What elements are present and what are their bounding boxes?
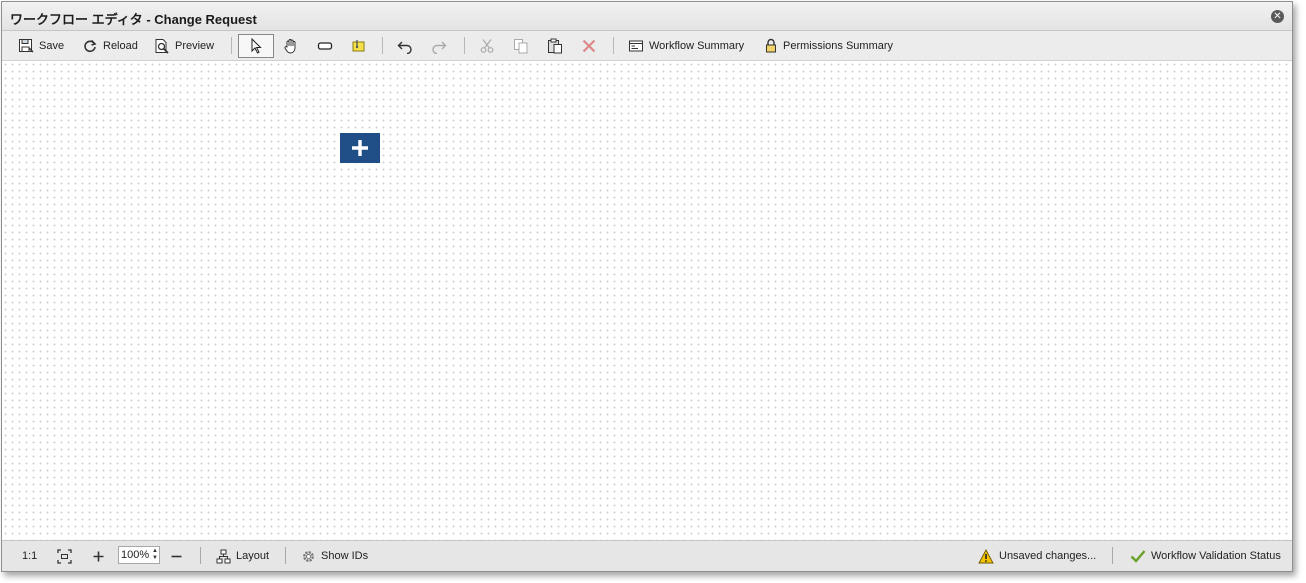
delete-button[interactable] [581,35,597,57]
pan-tool-button[interactable] [283,35,299,57]
permissions-summary-label: Permissions Summary [783,40,894,52]
reload-icon [84,39,97,53]
note-tool-button[interactable] [351,35,367,57]
plus-icon [352,140,368,156]
zoom-in-icon [93,551,104,561]
fit-screen-icon [57,548,72,564]
paste-button[interactable] [547,35,563,57]
copy-icon [514,39,528,54]
zoom-out-icon [171,555,182,557]
checkmark-icon [1130,550,1146,563]
layout-icon [216,549,231,563]
add-step-button[interactable] [340,133,380,163]
cut-icon [480,39,494,53]
actual-size-button[interactable]: 1:1 [22,547,37,565]
save-button[interactable]: Save [18,35,64,57]
cut-button[interactable] [479,35,495,57]
window-title: ワークフロー エディタ - Change Request [10,12,257,27]
redo-button[interactable] [431,35,447,57]
zoom-spinner[interactable]: ▲ ▼ [151,548,159,562]
preview-button[interactable]: Preview [154,35,214,57]
undo-button[interactable] [397,35,413,57]
title-bar: ワークフロー エディタ - Change Request ✕ [2,2,1292,31]
pointer-icon [251,38,262,54]
step-icon [317,42,333,50]
statusbar-divider [1112,547,1113,564]
show-ids-label: Show IDs [321,550,369,562]
zoom-level-input[interactable]: 100% ▲ ▼ [118,546,160,564]
hand-icon [284,39,296,54]
workflow-canvas[interactable] [2,61,1292,540]
actual-size-label: 1:1 [22,550,38,562]
toolbar-divider [231,37,232,54]
workflow-validation-status-button[interactable]: Workflow Validation Status [1130,547,1281,565]
lock-icon [766,38,776,53]
close-icon[interactable]: ✕ [1271,10,1284,23]
unsaved-changes-label: Unsaved changes... [999,550,1097,562]
copy-button[interactable] [513,35,529,57]
workflow-editor-window: ワークフロー エディタ - Change Request ✕ Save Relo… [1,1,1293,572]
reload-button[interactable]: Reload [82,35,138,57]
workflow-summary-label: Workflow Summary [649,40,745,52]
workflow-summary-button[interactable]: Workflow Summary [628,35,744,57]
summary-icon [629,40,643,52]
note-icon [352,40,365,52]
preview-label: Preview [175,40,215,52]
delete-icon [582,39,596,53]
workflow-validation-status-label: Workflow Validation Status [1151,550,1281,562]
status-bar: 1:1 100% ▲ ▼ Layout Show IDs Unsaved cha… [2,540,1292,571]
preview-icon [155,39,169,54]
save-label: Save [39,40,65,52]
toolbar-divider [464,37,465,54]
select-tool-button[interactable] [238,34,274,58]
zoom-out-button[interactable] [170,547,183,565]
show-ids-button[interactable]: Show IDs [301,547,368,565]
redo-icon [432,41,447,54]
floppy-disk-icon [19,39,34,53]
statusbar-divider [200,547,201,564]
unsaved-changes-indicator[interactable]: Unsaved changes... [978,547,1096,565]
gear-icon [303,550,314,562]
fit-screen-button[interactable] [57,547,72,565]
layout-label: Layout [236,550,270,562]
toolbar: Save Reload Preview Workflow Summary Per… [2,31,1292,61]
paste-icon [548,38,562,54]
toolbar-divider [382,37,383,54]
layout-button[interactable]: Layout [216,547,269,565]
zoom-in-button[interactable] [92,547,105,565]
zoom-value: 100% [121,549,150,561]
permissions-summary-button[interactable]: Permissions Summary [764,35,893,57]
toolbar-divider [613,37,614,54]
step-tool-button[interactable] [317,35,333,57]
warning-icon [978,548,994,563]
reload-label: Reload [103,40,138,52]
statusbar-divider [285,547,286,564]
undo-icon [397,41,412,54]
